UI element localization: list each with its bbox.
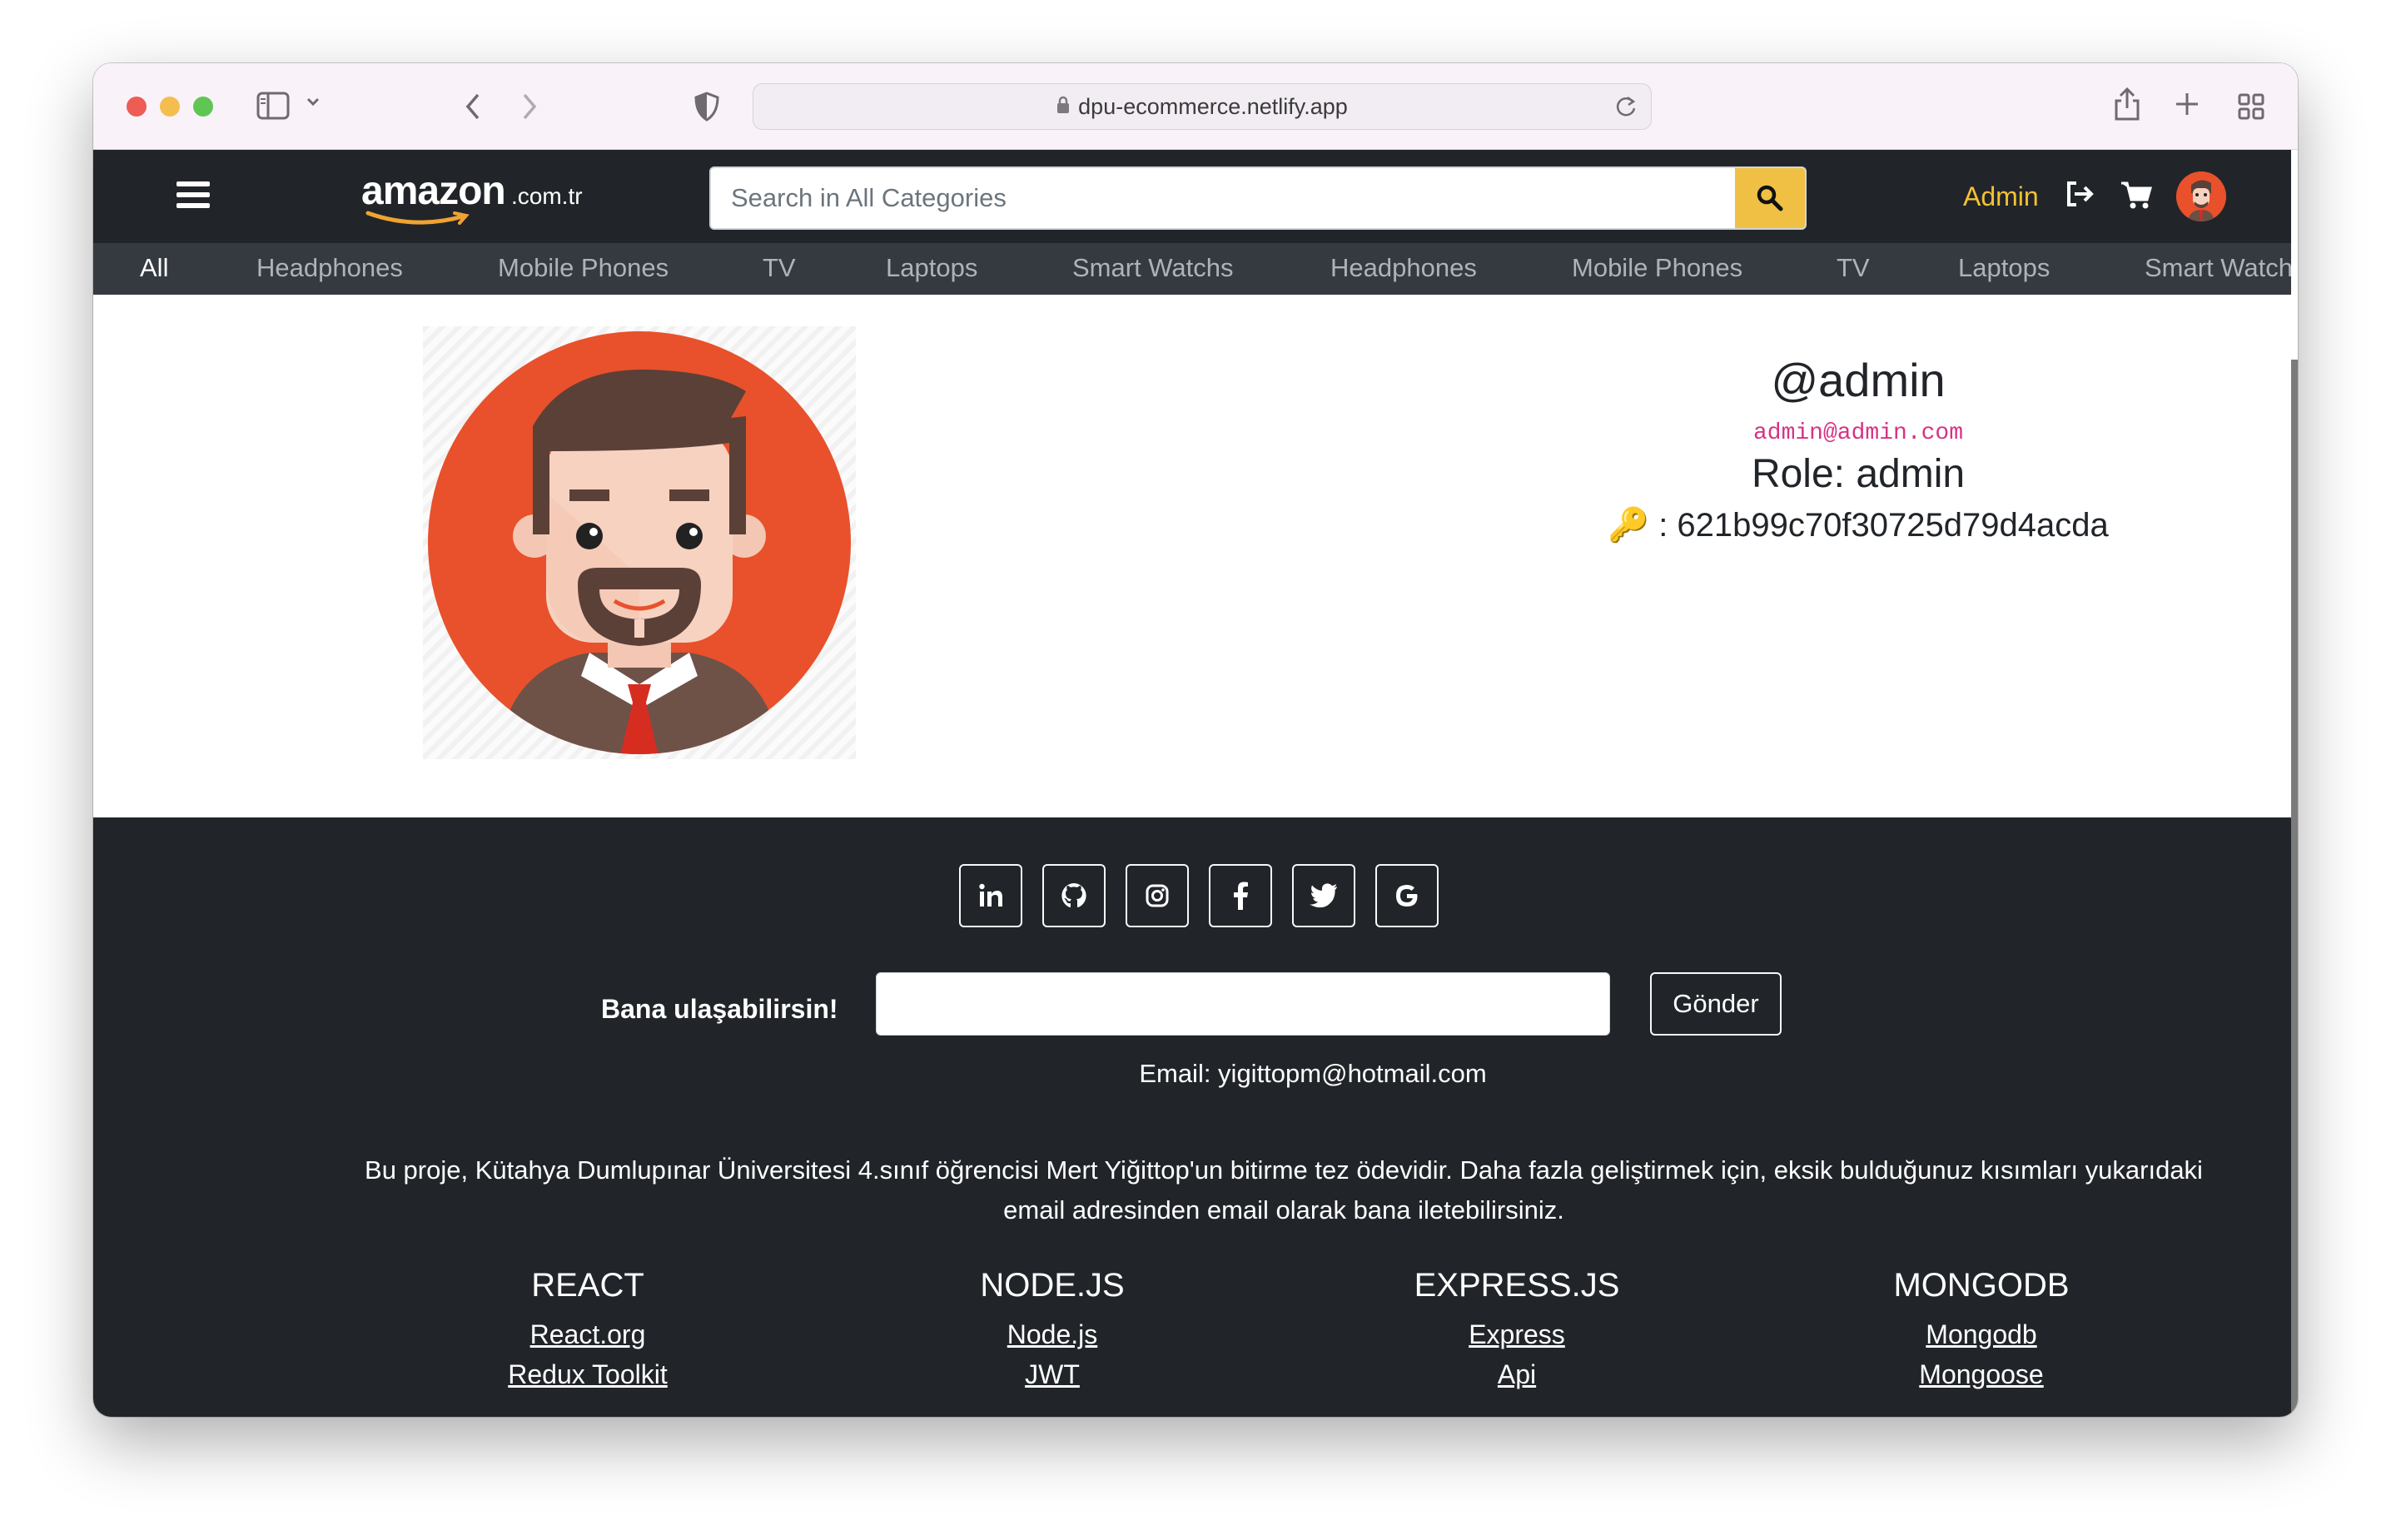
send-button[interactable]: Gönder xyxy=(1650,972,1782,1036)
search-button[interactable] xyxy=(1735,168,1805,228)
footer-description: Bu proje, Kütahya Dumlupınar Üniversites… xyxy=(365,1155,2203,1225)
user-avatar[interactable] xyxy=(2176,171,2226,221)
tech-title: NODE.JS xyxy=(980,1267,1125,1304)
lock-icon xyxy=(1056,94,1070,120)
category-headphones-2[interactable]: Headphones xyxy=(1330,253,1477,283)
category-laptops[interactable]: Laptops xyxy=(886,253,977,283)
key-icon: 🔑 xyxy=(1608,507,1650,544)
profile-role: Role: admin xyxy=(1751,452,1966,496)
hamburger-menu-icon[interactable] xyxy=(176,181,210,211)
logo-text: amazon xyxy=(361,169,506,213)
tech-link[interactable]: Mongoose xyxy=(1815,1354,2148,1394)
contact-message-input[interactable] xyxy=(876,972,1610,1036)
logo-smile-icon xyxy=(365,211,470,225)
address-bar[interactable]: dpu-ecommerce.netlify.app xyxy=(753,83,1652,130)
search-icon xyxy=(1757,185,1783,211)
category-nav: All Headphones Mobile Phones TV Laptops … xyxy=(93,243,2291,295)
github-icon[interactable] xyxy=(1042,864,1106,927)
logout-icon[interactable] xyxy=(2065,180,2096,212)
category-smart-watchs-2[interactable]: Smart Watchs xyxy=(2145,253,2291,283)
tech-link[interactable]: Node.js xyxy=(886,1314,1219,1354)
linkedin-icon[interactable] xyxy=(959,864,1022,927)
back-arrow-icon[interactable] xyxy=(463,92,483,122)
profile-id-line: 🔑 : 621b99c70f30725d79d4acda xyxy=(1459,505,2258,544)
category-mobile-phones-2[interactable]: Mobile Phones xyxy=(1572,253,1742,283)
profile-info: @admin admin@admin.com Role: admin 🔑 : 6… xyxy=(1459,335,2258,544)
tech-column-mongodb: MONGODB Mongodb Mongoose xyxy=(1815,1267,2148,1394)
search-input[interactable] xyxy=(711,168,1738,228)
category-tv[interactable]: TV xyxy=(763,253,796,283)
sidebar-toggle-icon[interactable] xyxy=(256,92,290,120)
category-tv-2[interactable]: TV xyxy=(1837,253,1870,283)
privacy-shield-icon[interactable] xyxy=(694,92,719,122)
category-smart-watchs[interactable]: Smart Watchs xyxy=(1072,253,1234,283)
admin-link[interactable]: Admin xyxy=(1963,181,2039,212)
site-footer: Bana ulaşabilirsin! Gönder Email: yigitt… xyxy=(93,817,2291,1417)
social-links xyxy=(959,864,1439,927)
share-icon[interactable] xyxy=(2113,87,2141,122)
browser-titlebar: dpu-ecommerce.netlify.app xyxy=(93,63,2298,150)
page-scrollbar[interactable] xyxy=(2291,360,2298,1417)
reload-icon[interactable] xyxy=(1614,94,1638,125)
logo-domain: .com.tr xyxy=(511,183,583,209)
search-bar xyxy=(709,166,1807,230)
tech-title: REACT xyxy=(531,1267,644,1304)
tech-link[interactable]: Api xyxy=(1350,1354,1683,1394)
new-tab-plus-icon[interactable] xyxy=(2175,92,2200,117)
category-mobile-phones[interactable]: Mobile Phones xyxy=(498,253,669,283)
shopping-cart-icon[interactable] xyxy=(2120,180,2153,214)
profile-username: @admin xyxy=(1771,354,1946,406)
browser-window: dpu-ecommerce.netlify.app amazon .com.tr xyxy=(93,63,2298,1417)
tech-column-expressjs: EXPRESS.JS Express Api xyxy=(1350,1267,1683,1394)
tech-column-react: REACT React.org Redux Toolkit xyxy=(421,1267,754,1394)
facebook-icon[interactable] xyxy=(1209,864,1272,927)
footer-email: Email: yigittopm@hotmail.com xyxy=(1139,1059,1487,1088)
profile-section: @admin admin@admin.com Role: admin 🔑 : 6… xyxy=(93,301,2291,817)
tech-link[interactable]: Mongodb xyxy=(1815,1314,2148,1354)
profile-avatar xyxy=(423,326,856,759)
tech-link[interactable]: JWT xyxy=(886,1354,1219,1394)
profile-id: : 621b99c70f30725d79d4acda xyxy=(1649,507,2109,544)
minimize-window-button[interactable] xyxy=(160,97,180,117)
twitter-icon[interactable] xyxy=(1292,864,1355,927)
chevron-down-icon[interactable] xyxy=(306,97,320,107)
profile-email: admin@admin.com xyxy=(1752,420,1964,446)
category-headphones[interactable]: Headphones xyxy=(256,253,403,283)
tech-title: MONGODB xyxy=(1893,1267,2070,1304)
zoom-window-button[interactable] xyxy=(193,97,213,117)
address-url: dpu-ecommerce.netlify.app xyxy=(1078,93,1348,119)
tech-column-nodejs: NODE.JS Node.js JWT xyxy=(886,1267,1219,1394)
tech-link[interactable]: Express xyxy=(1350,1314,1683,1354)
tech-title: EXPRESS.JS xyxy=(1414,1267,1620,1304)
category-laptops-2[interactable]: Laptops xyxy=(1958,253,2050,283)
tab-overview-icon[interactable] xyxy=(2238,93,2264,120)
category-all[interactable]: All xyxy=(140,253,168,283)
amazon-logo[interactable]: amazon .com.tr xyxy=(361,168,586,226)
tech-link[interactable]: React.org xyxy=(421,1314,754,1354)
close-window-button[interactable] xyxy=(127,97,147,117)
instagram-icon[interactable] xyxy=(1126,864,1189,927)
google-icon[interactable] xyxy=(1375,864,1439,927)
site-header: amazon .com.tr Admin xyxy=(93,150,2291,243)
contact-label: Bana ulaşabilirsin! xyxy=(601,994,838,1024)
forward-arrow-icon[interactable] xyxy=(519,92,539,122)
tech-link[interactable]: Redux Toolkit xyxy=(421,1354,754,1394)
